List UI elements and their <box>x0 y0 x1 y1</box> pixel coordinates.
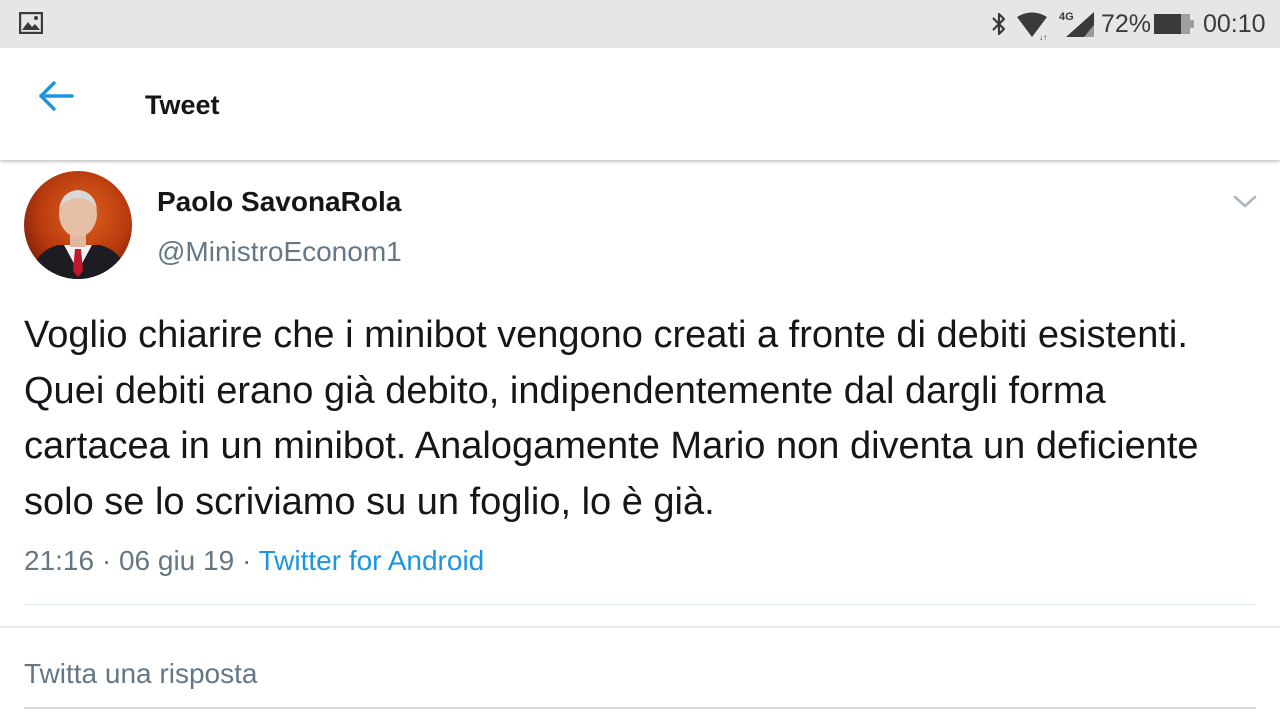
back-button[interactable] <box>36 76 76 116</box>
battery-icon <box>1154 14 1194 34</box>
svg-text:↓↑: ↓↑ <box>1039 33 1047 40</box>
tweet-text: Voglio chiarire che i minibot vengono cr… <box>24 314 1199 523</box>
wifi-icon: ↓↑ <box>1017 12 1047 40</box>
username-handle[interactable]: @MinistroEconom1 <box>157 236 402 268</box>
tweet-options-button[interactable] <box>1232 191 1258 211</box>
bluetooth-icon <box>992 12 1006 36</box>
status-bar: ↓↑ 4G 72% 00:10 <box>0 0 1280 48</box>
display-name[interactable]: Paolo SavonaRola <box>157 186 401 218</box>
divider <box>0 626 1280 628</box>
top-app-bar: Tweet <box>0 48 1280 160</box>
tweet-source-link[interactable]: Twitter for Android <box>259 545 485 576</box>
separator: · <box>101 545 112 576</box>
arrow-left-icon <box>39 81 74 111</box>
svg-text:4G: 4G <box>1059 11 1074 23</box>
page-title: Tweet <box>145 90 220 120</box>
tweet-metadata: 21:16 · 06 giu 19 · Twitter for Android <box>24 545 484 577</box>
status-time: 00:10 <box>1203 10 1266 38</box>
tweet-time: 21:16 <box>24 545 95 576</box>
avatar[interactable] <box>24 171 132 279</box>
reply-input-underline <box>24 707 1256 709</box>
separator: · <box>241 545 252 576</box>
tweet-date: 06 giu 19 <box>118 545 235 576</box>
chevron-down-icon <box>1233 195 1257 208</box>
reply-input[interactable]: Twitta una risposta <box>24 658 257 690</box>
battery-percentage: 72% <box>1101 10 1152 38</box>
divider <box>24 604 1256 605</box>
gallery-icon <box>19 12 43 34</box>
signal-icon: 4G <box>1059 11 1094 37</box>
